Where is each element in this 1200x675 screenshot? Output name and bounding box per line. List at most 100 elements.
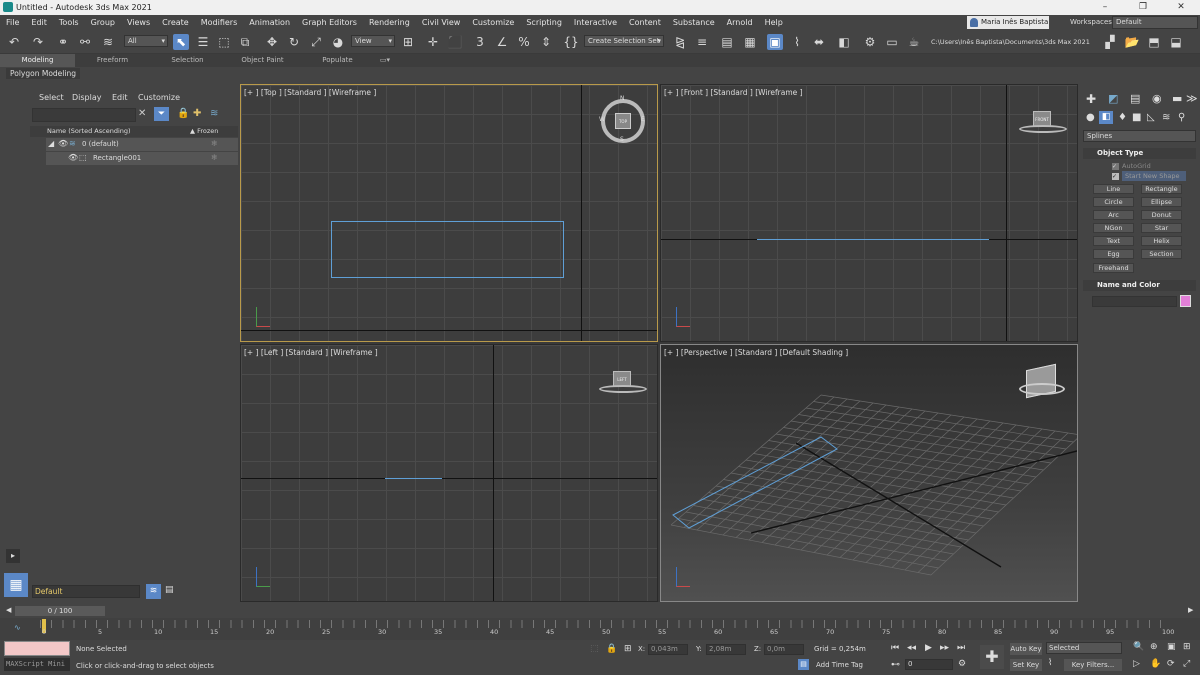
workspace-dropdown[interactable]: Default [1112, 16, 1198, 29]
bind-spacewarp-icon[interactable]: ≋ [100, 34, 116, 50]
tab-modeling[interactable]: Modeling [0, 54, 75, 67]
open-icon[interactable]: 📂 [1124, 34, 1140, 50]
rotate-icon[interactable]: ↻ [286, 34, 302, 50]
maxscript-mini-input[interactable]: MAXScript Mini [4, 658, 70, 671]
menu-modifiers[interactable]: Modifiers [195, 18, 244, 27]
percent-snap-icon[interactable]: % [516, 34, 532, 50]
modify-tab-icon[interactable]: ◩ [1108, 92, 1118, 105]
field-of-view-icon[interactable]: ▷ [1133, 659, 1140, 669]
ribbon-options-icon[interactable]: ▭▾ [375, 54, 395, 67]
star-button[interactable]: Star [1141, 223, 1182, 233]
prev-frame-icon[interactable]: ◂◂ [907, 643, 916, 653]
filter-toggle-icon[interactable]: ⏷ [154, 107, 169, 121]
ellipse-button[interactable]: Ellipse [1141, 197, 1182, 207]
scene-menu-customize[interactable]: Customize [138, 93, 180, 102]
tab-freeform[interactable]: Freeform [75, 54, 150, 67]
link-icon[interactable]: ⚭ [55, 34, 71, 50]
ngon-button[interactable]: NGon [1093, 223, 1134, 233]
zoom-extents-icon[interactable]: ▣ [1167, 642, 1176, 652]
rendered-frame-icon[interactable]: ▭ [884, 34, 900, 50]
viewport-label[interactable]: [+ ] [Front ] [Standard ] [Wireframe ] [664, 88, 803, 97]
lock-icon[interactable]: 🔒 [177, 108, 189, 119]
rectangle-shape[interactable] [757, 239, 989, 240]
geometry-icon[interactable]: ● [1086, 112, 1095, 123]
time-slider-thumb[interactable]: 0 / 100 [15, 606, 105, 616]
orbit-icon[interactable]: ⟳ [1167, 659, 1175, 669]
time-slider-prev-button[interactable]: ◀ [6, 606, 11, 614]
goto-end-icon[interactable]: ⏭ [957, 643, 965, 653]
tab-object-paint[interactable]: Object Paint [225, 54, 300, 67]
viewport-perspective[interactable]: [+ ] [Perspective ] [Standard ] [Default… [660, 344, 1078, 602]
scene-menu-display[interactable]: Display [72, 93, 102, 102]
viewport-label[interactable]: [+ ] [Top ] [Standard ] [Wireframe ] [244, 88, 376, 97]
menu-group[interactable]: Group [85, 18, 121, 27]
isolate-selection-icon[interactable]: ⬚ [590, 644, 599, 654]
render-icon[interactable]: ☕ [906, 34, 922, 50]
menu-civil-view[interactable]: Civil View [416, 18, 467, 27]
autogrid-checkbox[interactable]: ✓ [1112, 163, 1119, 170]
cameras-icon[interactable]: ■ [1132, 112, 1141, 123]
col-frozen[interactable]: ▲ Frozen [190, 127, 218, 135]
menu-content[interactable]: Content [623, 18, 667, 27]
menu-help[interactable]: Help [759, 18, 789, 27]
menu-edit[interactable]: Edit [25, 18, 53, 27]
zoom-extents-all-icon[interactable]: ⊞ [1183, 642, 1191, 652]
rectangle-button[interactable]: Rectangle [1141, 184, 1182, 194]
scene-menu-edit[interactable]: Edit [112, 93, 128, 102]
menu-file[interactable]: File [0, 18, 25, 27]
display-tab-icon[interactable]: ▬ [1172, 92, 1182, 105]
tab-selection[interactable]: Selection [150, 54, 225, 67]
zoom-icon[interactable]: 🔍 [1133, 642, 1144, 652]
donut-button[interactable]: Donut [1141, 210, 1182, 220]
play-icon[interactable]: ▶ [925, 643, 932, 653]
snaps-toggle-icon[interactable]: 3 [472, 34, 488, 50]
systems-icon[interactable]: ⚲ [1178, 112, 1185, 123]
set-key-button[interactable]: Set Key [1010, 659, 1042, 671]
layer-stack-icon[interactable]: ≋ [146, 584, 161, 599]
color-swatch[interactable] [1180, 295, 1191, 307]
selection-set-dropdown[interactable]: Create Selection Set [584, 35, 664, 47]
lights-icon[interactable]: ♦ [1118, 112, 1127, 123]
viewport-top[interactable]: [+ ] [Top ] [Standard ] [Wireframe ] TOP… [240, 84, 658, 342]
scale-icon[interactable]: ⤢ [308, 34, 324, 50]
arc-button[interactable]: Arc [1093, 210, 1134, 220]
circle-button[interactable]: Circle [1093, 197, 1134, 207]
menu-interactive[interactable]: Interactive [568, 18, 623, 27]
project-path-field[interactable]: C:\Users\Inês Baptista\Documents\3ds Max… [931, 36, 1091, 48]
minimize-button[interactable]: – [1086, 0, 1124, 15]
undo-icon[interactable]: ↶ [6, 34, 22, 50]
viewcube-top-face[interactable]: TOP [615, 113, 631, 129]
motion-tab-icon[interactable]: ◉ [1152, 92, 1162, 105]
hierarchy-tab-icon[interactable]: ▤ [1130, 92, 1140, 105]
key-selection-dropdown[interactable]: Selected [1046, 642, 1122, 654]
polygon-modeling-panel[interactable]: Polygon Modeling [6, 68, 80, 79]
y-coordinate[interactable]: 2,08m [706, 644, 746, 655]
freeze-icon[interactable]: ❄ [211, 139, 218, 148]
scene-row-rectangle[interactable]: 👁 ⬚ Rectangle001 ❄ [46, 152, 238, 165]
object-type-header[interactable]: Object Type [1083, 148, 1196, 159]
menu-customize[interactable]: Customize [466, 18, 520, 27]
render-setup-icon[interactable]: ⚙ [862, 34, 878, 50]
key-filters-button[interactable]: Key Filters... [1064, 659, 1122, 671]
collapse-panel-icon[interactable]: ▸ [6, 549, 20, 563]
placement-icon[interactable]: ◕ [330, 34, 346, 50]
line-button[interactable]: Line [1093, 184, 1134, 194]
menu-create[interactable]: Create [156, 18, 195, 27]
scene-row-layer[interactable]: ◢ 👁 ≋ 0 (default) ❄ [46, 138, 238, 151]
auto-key-button[interactable]: Auto Key [1010, 643, 1042, 655]
window-crossing-icon[interactable]: ⧉ [237, 34, 253, 50]
rectangle-shape[interactable] [385, 478, 442, 479]
absolute-mode-icon[interactable]: ⊞ [624, 644, 632, 654]
schematic-view-icon[interactable]: ⬌ [811, 34, 827, 50]
maximize-button[interactable]: ❐ [1124, 0, 1162, 15]
viewport-front[interactable]: [+ ] [Front ] [Standard ] [Wireframe ] F… [660, 84, 1078, 342]
zoom-all-icon[interactable]: ⊕ [1150, 642, 1158, 652]
save-icon[interactable]: ⬒ [1146, 34, 1162, 50]
menu-views[interactable]: Views [121, 18, 156, 27]
next-frame-icon[interactable]: ▸▸ [940, 643, 949, 653]
redo-icon[interactable]: ↷ [30, 34, 46, 50]
time-slider[interactable]: ◀ 0 / 100 ▶ [0, 605, 1200, 617]
expand-icon[interactable]: ◢ [48, 139, 54, 148]
menu-graph-editors[interactable]: Graph Editors [296, 18, 363, 27]
eye-icon[interactable]: 👁 [58, 139, 68, 148]
